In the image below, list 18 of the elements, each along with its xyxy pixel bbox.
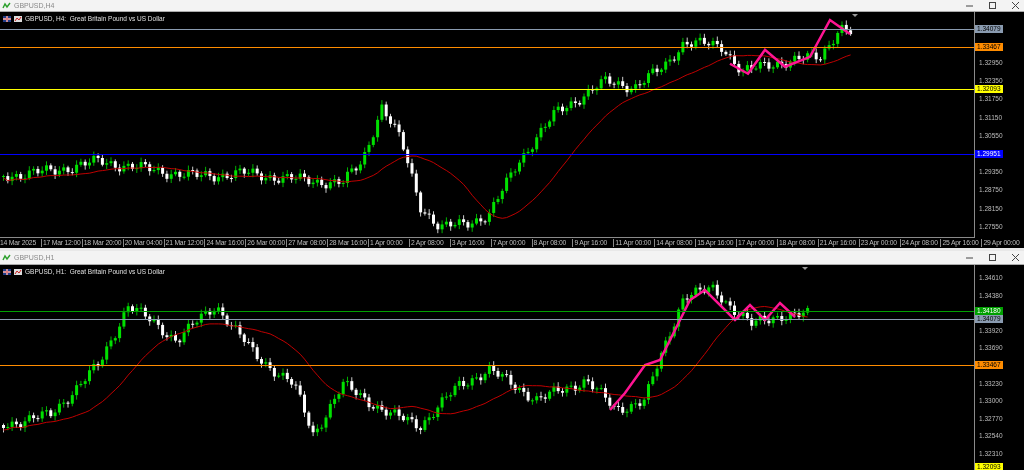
maximize-button[interactable] — [988, 1, 997, 10]
triangle-icon — [802, 267, 808, 270]
chart-icon — [14, 268, 22, 275]
chart-icon — [14, 15, 22, 22]
maximize-button[interactable] — [988, 253, 997, 262]
close-icon — [1012, 254, 1019, 261]
flag-icon — [3, 268, 11, 275]
maximize-icon — [989, 2, 996, 9]
minimize-icon — [966, 254, 973, 261]
close-icon — [1012, 2, 1019, 9]
minimize-icon — [966, 2, 973, 9]
close-button[interactable] — [1011, 1, 1020, 10]
triangle-icon — [852, 14, 858, 17]
app-icon — [2, 2, 11, 9]
flag-icon — [3, 15, 11, 22]
app-icon — [2, 254, 11, 261]
maximize-icon — [989, 254, 996, 261]
close-button[interactable] — [1011, 253, 1020, 262]
